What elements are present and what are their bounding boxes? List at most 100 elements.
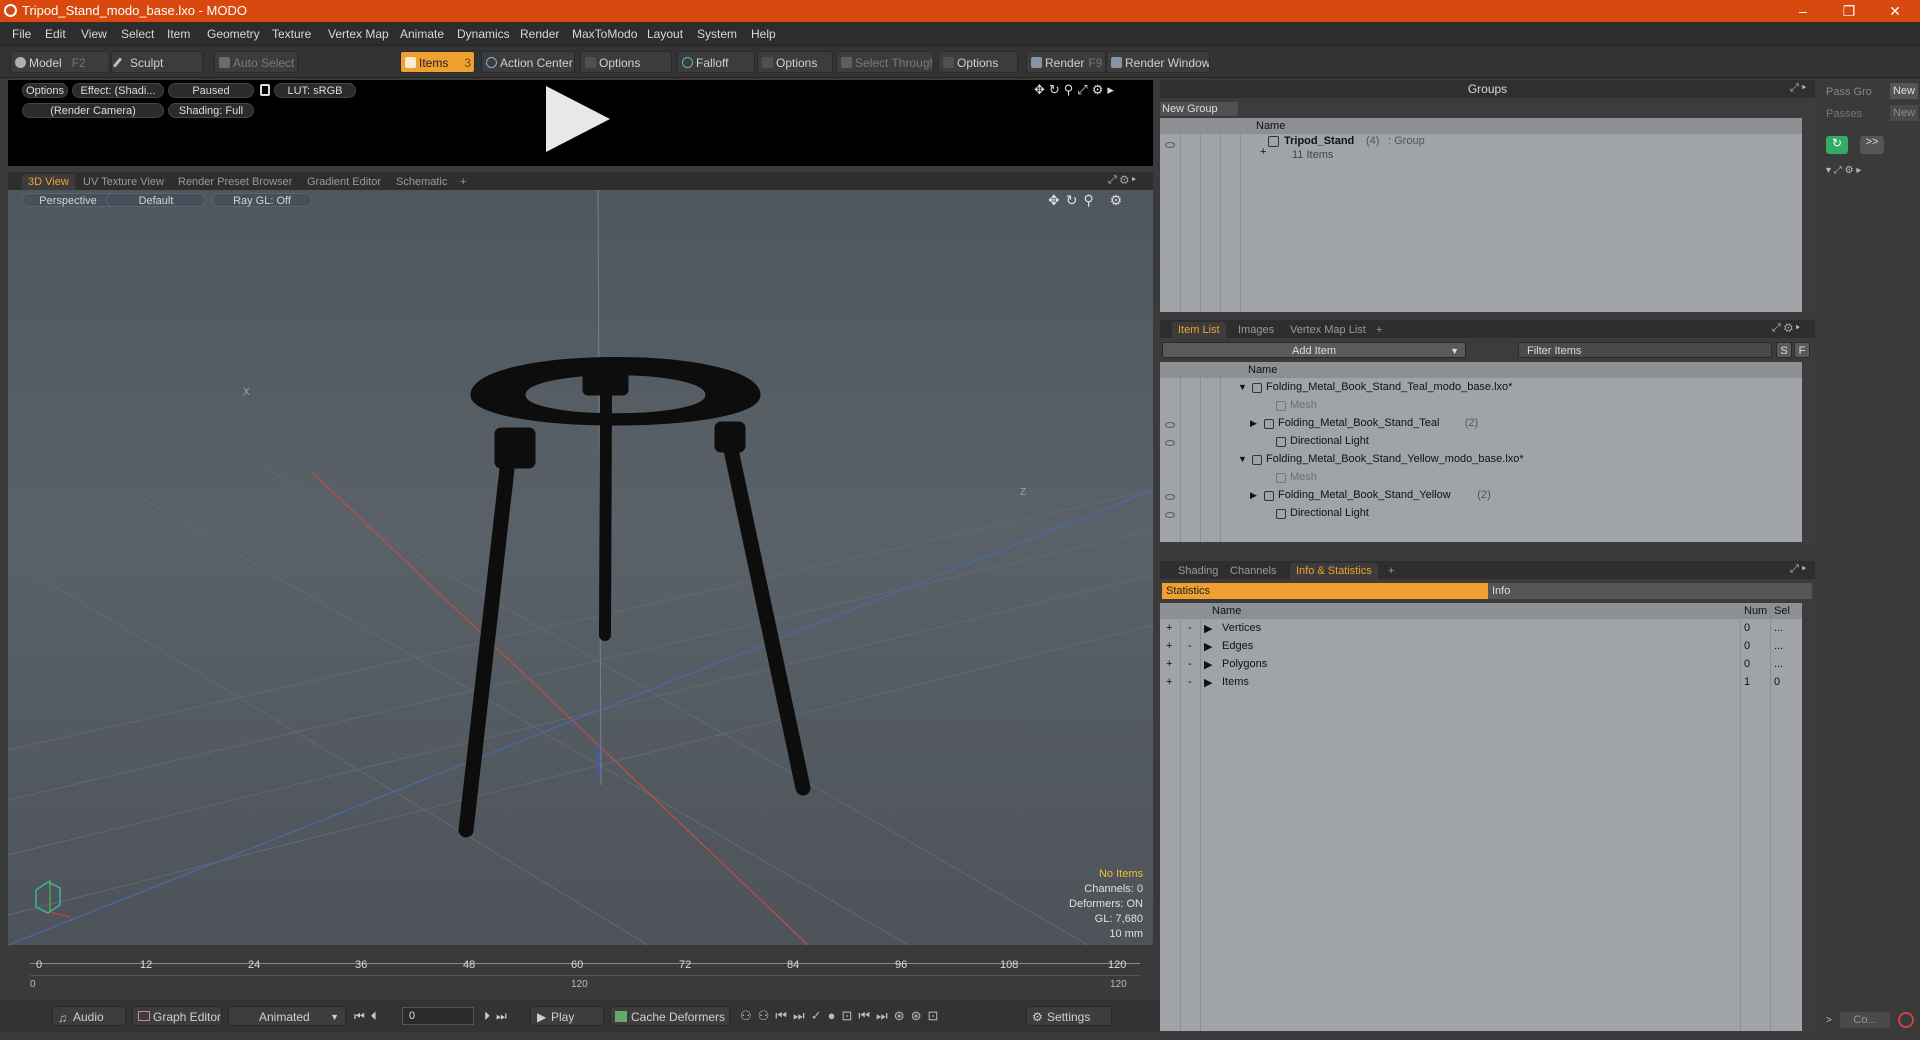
play-preview-icon[interactable]: [546, 86, 610, 152]
add-tab-button[interactable]: +: [1382, 563, 1400, 579]
plus-icon[interactable]: +: [1166, 658, 1172, 670]
close-button[interactable]: ✕: [1872, 0, 1918, 22]
expand-arrow-icon[interactable]: ▶: [1204, 622, 1212, 635]
statistics-tab[interactable]: Statistics: [1162, 583, 1488, 599]
add-tab-button[interactable]: +: [1370, 322, 1388, 338]
expand-icon[interactable]: +: [1260, 146, 1266, 158]
menu-maxtomodo[interactable]: MaxToModo: [572, 27, 637, 41]
lock-icon[interactable]: [260, 84, 270, 96]
collapse-icon[interactable]: >: [1826, 1015, 1832, 1026]
more-button[interactable]: >>: [1860, 136, 1884, 154]
audio-button[interactable]: ♫ Audio: [52, 1006, 126, 1026]
expand-arrow-icon[interactable]: ▶: [1250, 490, 1257, 501]
viewport-nav-icons[interactable]: ✥↻⚲ ⚙: [1048, 192, 1128, 209]
items-mode-button[interactable]: Items 3: [400, 51, 475, 73]
minus-icon[interactable]: -: [1188, 658, 1192, 670]
stats-row[interactable]: + - ▶ Vertices 0...: [1160, 621, 1802, 639]
viewport-panel-icons[interactable]: ⤢ ⚙ ▸: [1108, 174, 1136, 187]
preview-nav-icons[interactable]: ✥↻⚲⤢⚙▸: [1034, 82, 1118, 98]
preview-camera-dropdown[interactable]: (Render Camera): [22, 103, 164, 118]
eye-icon[interactable]: [1165, 142, 1175, 148]
preview-lut-dropdown[interactable]: LUT: sRGB: [274, 83, 356, 98]
new-group-button[interactable]: New Group: [1160, 102, 1238, 116]
auto-select-button[interactable]: Auto Select: [214, 51, 298, 73]
tab-images[interactable]: Images: [1232, 322, 1280, 338]
eye-icon[interactable]: [1165, 422, 1175, 428]
new-pass-button[interactable]: New: [1890, 105, 1918, 121]
preview-shading-dropdown[interactable]: Shading: Full: [168, 103, 254, 118]
plus-icon[interactable]: +: [1166, 622, 1172, 634]
stats-row[interactable]: + - ▶ Items 1 0: [1160, 675, 1802, 693]
menu-render[interactable]: Render: [520, 27, 559, 41]
current-frame-input[interactable]: 0: [402, 1007, 474, 1025]
menu-edit[interactable]: Edit: [45, 27, 66, 41]
add-tab-button[interactable]: +: [454, 174, 472, 190]
eye-icon[interactable]: [1165, 512, 1175, 518]
item-row[interactable]: Mesh: [1160, 398, 1802, 416]
filter-items-input[interactable]: Filter Items: [1518, 342, 1772, 358]
group-row-tripod-stand[interactable]: + Tripod_Stand (4) : Group 11 Items: [1160, 135, 1802, 161]
play-button[interactable]: ▶ Play: [530, 1006, 604, 1026]
tab-uv-texture-view[interactable]: UV Texture View: [77, 174, 170, 190]
menu-dynamics[interactable]: Dynamics: [457, 27, 510, 41]
item-row[interactable]: ▼ Folding_Metal_Book_Stand_Yellow_modo_ba…: [1160, 452, 1802, 470]
preview-effect-dropdown[interactable]: Effect: (Shadi...: [72, 83, 164, 98]
expand-arrow-icon[interactable]: ▶: [1204, 658, 1212, 671]
shading-default-dropdown[interactable]: Default: [106, 193, 206, 207]
menu-file[interactable]: File: [12, 27, 31, 41]
menu-view[interactable]: View: [81, 27, 107, 41]
select-through-options-button[interactable]: Options: [938, 51, 1018, 73]
perspective-dropdown[interactable]: Perspective: [22, 193, 114, 207]
minus-icon[interactable]: -: [1188, 622, 1192, 634]
groups-panel-icons[interactable]: ⤢ ▸: [1790, 82, 1806, 95]
model-mode-button[interactable]: Model F2: [10, 51, 110, 73]
refresh-icon[interactable]: ↻: [1826, 136, 1848, 154]
tab-render-preset-browser[interactable]: Render Preset Browser: [172, 174, 298, 190]
sculpt-mode-button[interactable]: Sculpt: [111, 51, 203, 73]
menu-layout[interactable]: Layout: [647, 27, 683, 41]
tab-schematic[interactable]: Schematic: [390, 174, 453, 190]
raygl-dropdown[interactable]: Ray GL: Off: [212, 193, 312, 207]
stats-row[interactable]: + - ▶ Polygons 0...: [1160, 657, 1802, 675]
add-item-dropdown[interactable]: Add Item ▼: [1162, 342, 1466, 358]
collapse-arrow-icon[interactable]: ▼: [1238, 382, 1247, 392]
tab-shading[interactable]: Shading: [1172, 563, 1224, 579]
stats-panel-icons[interactable]: ⤢ ▸: [1790, 563, 1806, 576]
preview-options-button[interactable]: Options: [22, 83, 68, 98]
plus-icon[interactable]: +: [1166, 640, 1172, 652]
cache-deformers-button[interactable]: Cache Deformers: [610, 1006, 730, 1026]
expand-arrow-icon[interactable]: ▶: [1204, 676, 1212, 689]
settings-button[interactable]: ⚙ Settings: [1026, 1006, 1112, 1026]
eye-icon[interactable]: [1165, 440, 1175, 446]
falloff-options-button[interactable]: Options: [757, 51, 833, 73]
item-list-panel-icons[interactable]: ⤢ ⚙ ▸: [1772, 322, 1800, 335]
record-icon[interactable]: [1898, 1012, 1914, 1028]
render-window-button[interactable]: Render Window: [1106, 51, 1210, 73]
maximize-button[interactable]: ❐: [1826, 0, 1872, 22]
menu-vertex-map[interactable]: Vertex Map: [328, 27, 389, 41]
menu-animate[interactable]: Animate: [400, 27, 444, 41]
falloff-button[interactable]: Falloff: [677, 51, 755, 73]
new-pass-group-button[interactable]: New: [1890, 83, 1918, 99]
item-row[interactable]: ▶ Folding_Metal_Book_Stand_Teal (2): [1160, 416, 1802, 434]
filter-f-button[interactable]: F: [1794, 342, 1810, 358]
expand-arrow-icon[interactable]: ▶: [1250, 418, 1257, 429]
menu-select[interactable]: Select: [121, 27, 154, 41]
eye-icon[interactable]: [1165, 494, 1175, 500]
filter-s-button[interactable]: S: [1776, 342, 1792, 358]
step-forward-icons[interactable]: ⏵⏭: [484, 1009, 513, 1024]
timeline[interactable]: 0 12 24 36 48 60 72 84 96 108 120 0 120 …: [8, 955, 1153, 993]
info-tab[interactable]: Info: [1488, 583, 1812, 599]
menu-geometry[interactable]: Geometry: [207, 27, 260, 41]
action-center-options-button[interactable]: Options: [580, 51, 672, 73]
minimize-button[interactable]: –: [1780, 0, 1826, 22]
select-through-button[interactable]: Select Through: [836, 51, 934, 73]
far-right-panel-icons[interactable]: ▾ ⤢ ⚙ ▸: [1826, 165, 1861, 176]
action-center-button[interactable]: Action Center: [481, 51, 575, 73]
item-row[interactable]: ▶ Folding_Metal_Book_Stand_Yellow (2): [1160, 488, 1802, 506]
keyframe-tool-icons[interactable]: ⚇⚇⏮⏭✓●⊡⏮⏭⊛⊛⊡: [740, 1008, 944, 1024]
expand-arrow-icon[interactable]: ▶: [1204, 640, 1212, 653]
tab-gradient-editor[interactable]: Gradient Editor: [301, 174, 387, 190]
tab-3d-view[interactable]: 3D View: [22, 174, 75, 190]
tab-item-list[interactable]: Item List: [1172, 322, 1226, 338]
